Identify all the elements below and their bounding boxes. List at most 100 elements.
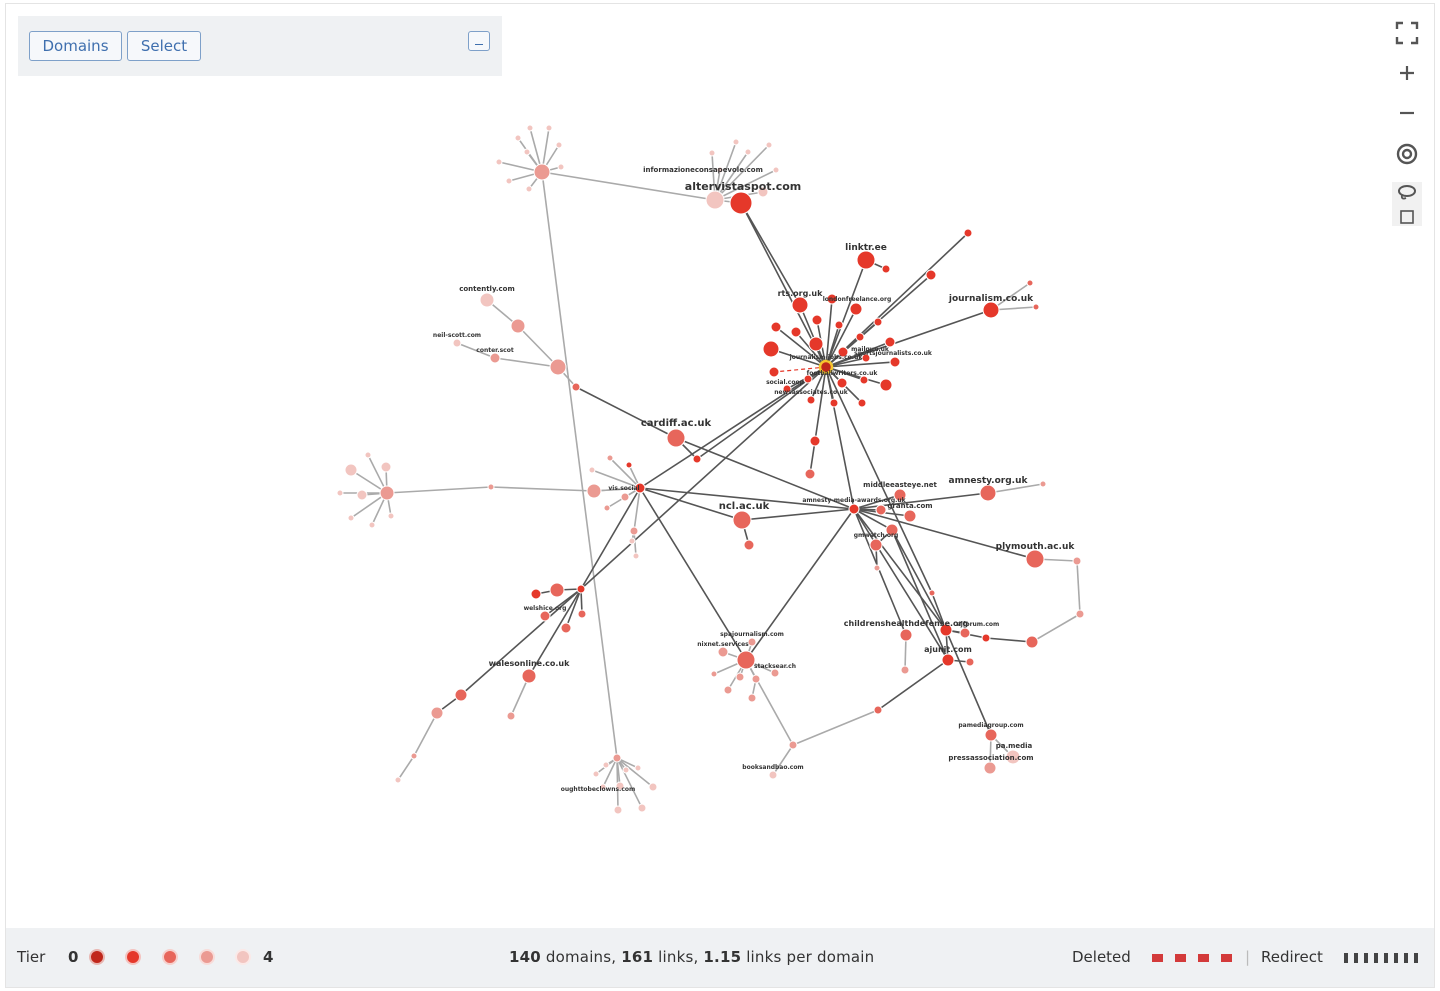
domain-node[interactable] — [692, 454, 702, 464]
domain-node[interactable] — [526, 124, 534, 132]
domain-node[interactable] — [768, 366, 780, 378]
domain-node[interactable] — [903, 509, 917, 523]
domain-node[interactable] — [982, 301, 1000, 319]
domain-node[interactable] — [549, 358, 567, 376]
domain-node[interactable] — [879, 378, 893, 392]
domain-node[interactable] — [765, 141, 773, 149]
domain-node[interactable] — [521, 668, 537, 684]
domain-node[interactable] — [577, 609, 587, 619]
domain-node[interactable] — [873, 317, 883, 327]
domain-node[interactable] — [489, 352, 501, 364]
domain-node[interactable] — [963, 228, 973, 238]
domain-node[interactable] — [632, 552, 640, 560]
domain-node[interactable] — [347, 514, 355, 522]
domain-node[interactable] — [856, 250, 876, 270]
domain-node[interactable] — [710, 670, 718, 678]
domain-node[interactable] — [829, 398, 839, 408]
domain-node[interactable] — [336, 489, 344, 497]
minimize-button[interactable] — [468, 31, 490, 51]
domain-node[interactable] — [708, 149, 716, 157]
domain-node[interactable] — [530, 588, 542, 600]
zoom-out-button[interactable] — [1392, 98, 1422, 128]
domain-node[interactable] — [625, 461, 633, 469]
domain-node[interactable] — [629, 526, 639, 536]
domain-node[interactable] — [834, 320, 844, 330]
domain-node[interactable] — [869, 538, 883, 552]
domain-node[interactable] — [959, 627, 971, 639]
domain-node[interactable] — [549, 582, 565, 598]
domain-node[interactable] — [523, 148, 531, 156]
domain-node[interactable] — [849, 302, 863, 316]
domain-node[interactable] — [1025, 635, 1039, 649]
domain-node[interactable] — [928, 589, 936, 597]
domain-node[interactable] — [613, 805, 623, 815]
domain-node[interactable] — [873, 564, 881, 572]
domain-node[interactable] — [1032, 303, 1040, 311]
domain-node[interactable] — [788, 740, 798, 750]
domain-node[interactable] — [808, 336, 824, 352]
domain-node[interactable] — [751, 674, 761, 684]
fullscreen-button[interactable] — [1392, 18, 1422, 48]
domain-node[interactable] — [410, 752, 418, 760]
domain-node[interactable] — [637, 803, 647, 813]
domain-node[interactable] — [603, 504, 611, 512]
domain-node[interactable] — [576, 584, 586, 594]
domain-node[interactable] — [941, 653, 955, 667]
domain-node[interactable] — [836, 377, 848, 389]
domain-node[interactable] — [394, 776, 402, 784]
domain-node[interactable] — [899, 628, 913, 642]
domain-node[interactable] — [762, 340, 780, 358]
domain-node[interactable] — [735, 672, 745, 682]
domain-node[interactable] — [1075, 609, 1085, 619]
domain-node[interactable] — [806, 395, 816, 405]
domain-node[interactable] — [379, 485, 395, 501]
domain-node[interactable] — [1026, 279, 1034, 287]
domain-node[interactable] — [555, 141, 563, 149]
domain-node[interactable] — [634, 764, 642, 772]
domain-node[interactable] — [747, 693, 757, 703]
domain-node[interactable] — [622, 766, 630, 774]
domain-node[interactable] — [900, 665, 910, 675]
domain-node[interactable] — [612, 753, 622, 763]
domain-node[interactable] — [588, 466, 596, 474]
domain-node[interactable] — [772, 166, 780, 174]
zoom-in-button[interactable] — [1392, 58, 1422, 88]
domain-node[interactable] — [356, 489, 368, 501]
domain-node[interactable] — [983, 761, 997, 775]
domain-node[interactable] — [791, 296, 809, 314]
domain-node[interactable] — [557, 163, 565, 171]
domain-node[interactable] — [571, 382, 581, 392]
domain-node[interactable] — [666, 428, 686, 448]
domain-node[interactable] — [364, 451, 372, 459]
domain-node[interactable] — [875, 504, 887, 516]
domain-node[interactable] — [790, 326, 802, 338]
domain-node[interactable] — [606, 454, 614, 462]
domain-node[interactable] — [452, 338, 462, 348]
domain-node[interactable] — [705, 190, 725, 210]
domain-node[interactable] — [881, 264, 891, 274]
domain-node[interactable] — [925, 269, 937, 281]
domain-node[interactable] — [525, 185, 533, 193]
domain-node[interactable] — [514, 134, 522, 142]
domain-node[interactable] — [387, 512, 395, 520]
domain-node[interactable] — [855, 332, 865, 342]
domain-node[interactable] — [648, 782, 658, 792]
domain-node[interactable] — [545, 124, 553, 132]
domain-node[interactable] — [811, 314, 823, 326]
domain-node[interactable] — [506, 711, 516, 721]
domain-node[interactable] — [768, 770, 778, 780]
domain-node[interactable] — [979, 484, 997, 502]
domain-node[interactable] — [859, 375, 869, 385]
domain-node[interactable] — [586, 483, 602, 499]
domain-node[interactable] — [620, 492, 630, 502]
domain-node[interactable] — [592, 770, 600, 778]
domain-node[interactable] — [1025, 549, 1045, 569]
domain-node[interactable] — [717, 646, 729, 658]
domain-node[interactable] — [533, 163, 551, 181]
select-button[interactable]: Select — [127, 31, 201, 61]
domain-node[interactable] — [1072, 556, 1082, 566]
domain-node[interactable] — [747, 637, 757, 647]
domain-node[interactable] — [984, 728, 998, 742]
domains-button[interactable]: Domains — [29, 31, 122, 61]
domain-node[interactable] — [965, 657, 975, 667]
